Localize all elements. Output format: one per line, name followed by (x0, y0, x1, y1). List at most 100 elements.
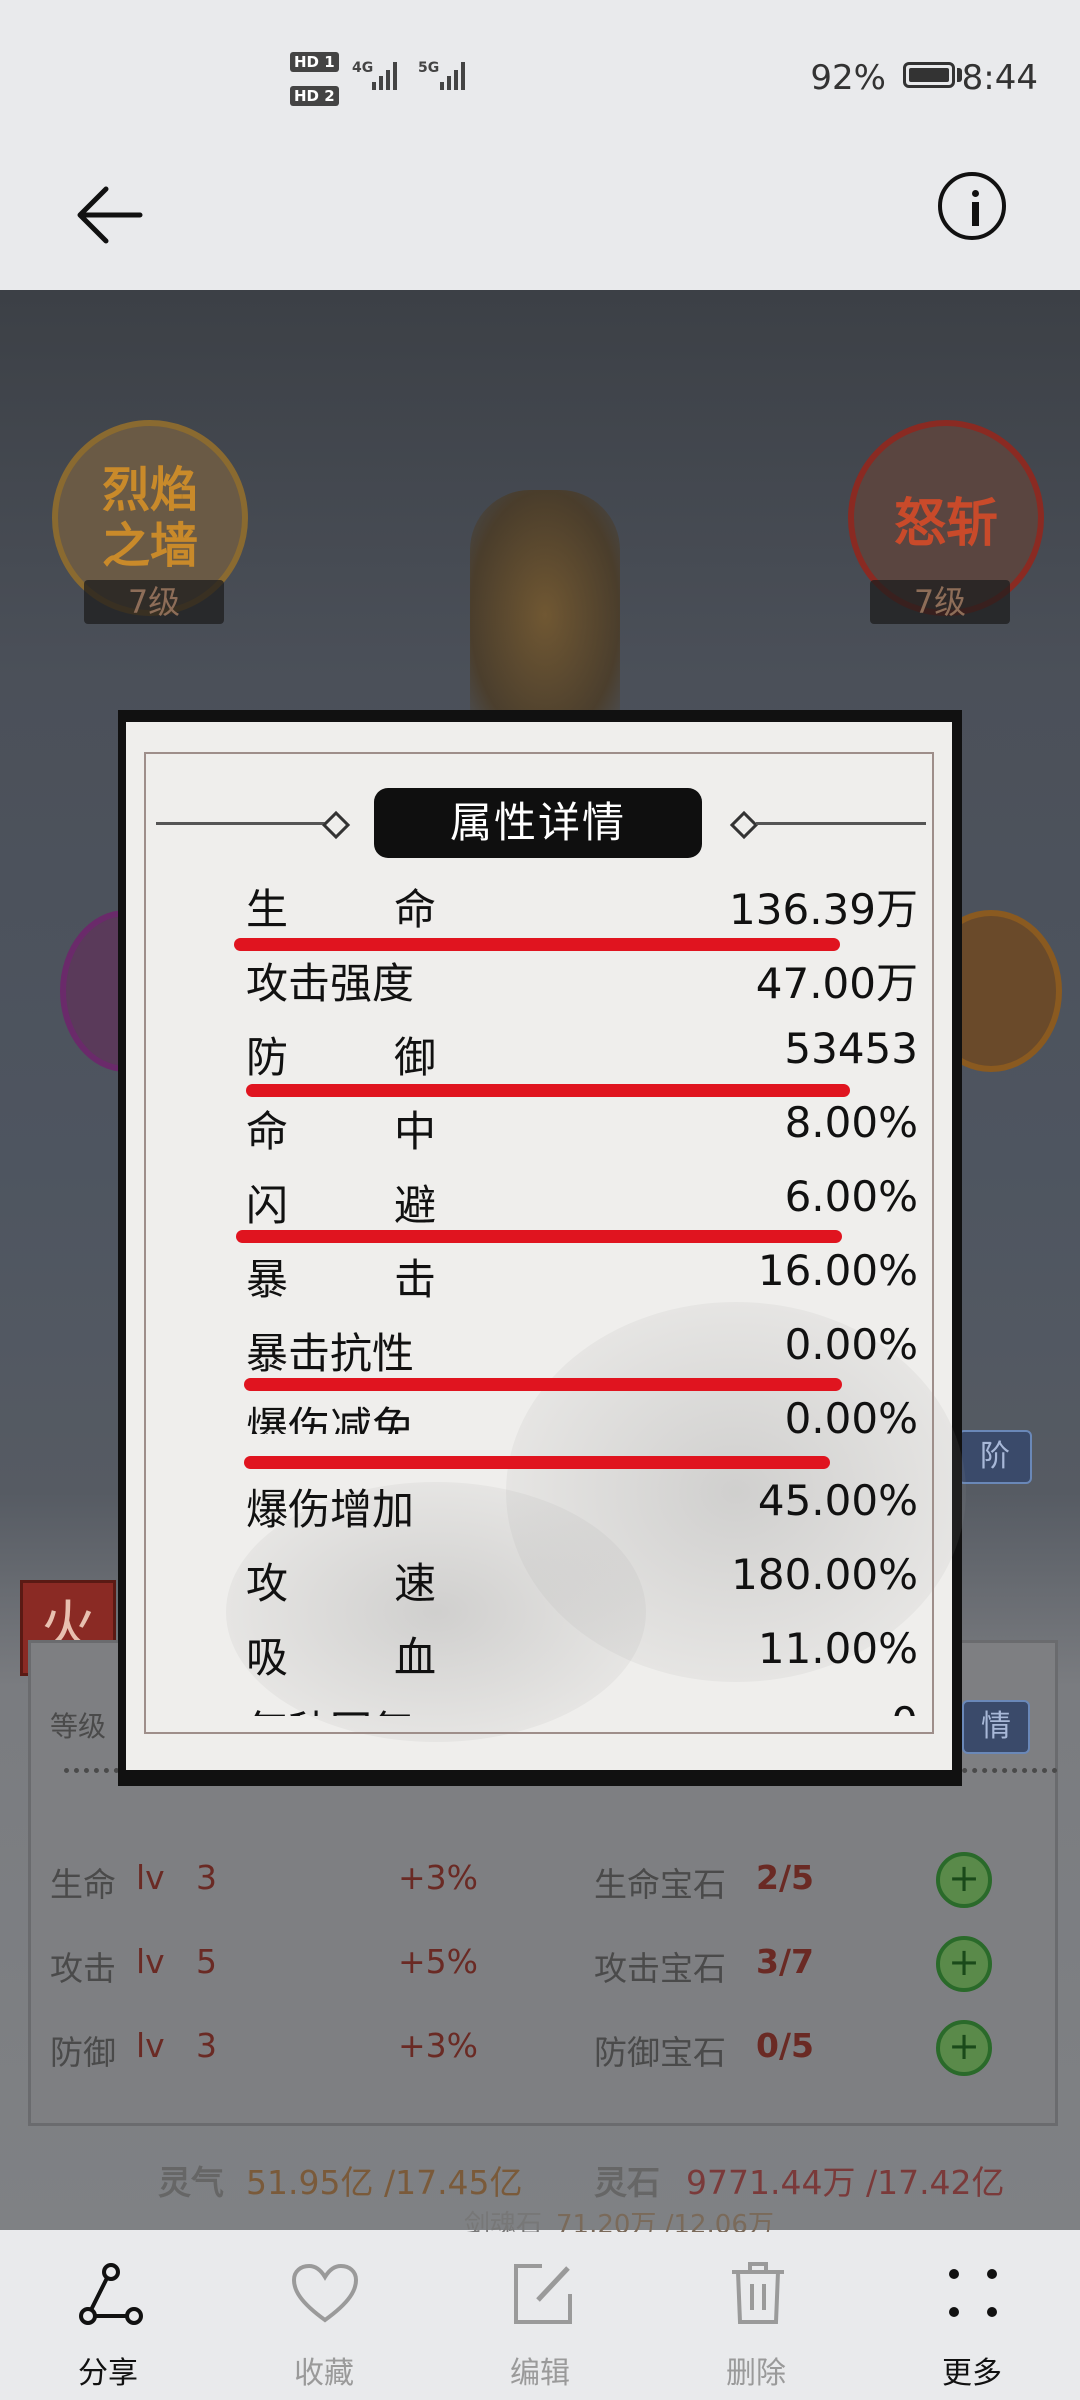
attribute-label: 防御 (246, 1033, 436, 1082)
character-figure (470, 490, 620, 740)
attribute-label: 暴击 (246, 1255, 436, 1304)
stat-level-num: 3 (196, 2026, 217, 2065)
skill-level: 7级 (84, 580, 224, 624)
attribute-row-partial: 每秒回复 0 (246, 1698, 952, 1716)
add-gem-icon[interactable]: + (936, 2020, 992, 2076)
attribute-value: 0.00% (784, 1394, 918, 1434)
attribute-row: 攻击强度 47.00万 (246, 950, 952, 1024)
attribute-row: 攻速 180.00% (246, 1550, 952, 1624)
stat-lv: lv (136, 1858, 165, 1897)
stat-name: 防御 (50, 2033, 116, 2072)
attribute-row: 命中 8.00% (246, 1098, 952, 1172)
attribute-value: 45.00% (757, 1476, 918, 1525)
stat-lv: lv (136, 1942, 165, 1981)
edit-icon (514, 2264, 572, 2324)
clock: 8:44 (961, 58, 1038, 98)
back-arrow-icon[interactable] (70, 175, 150, 255)
share-button[interactable]: 分享 (18, 2232, 198, 2400)
heart-icon (291, 2263, 359, 2323)
signal-icon (372, 62, 397, 90)
attribute-row: 爆伤增加 45.00% (246, 1476, 952, 1550)
favorite-button[interactable]: 收藏 (234, 2232, 414, 2400)
attribute-row: 吸血 11.00% (246, 1624, 952, 1698)
attribute-label: 闪避 (246, 1181, 436, 1230)
lingshi-value: 9771.44万 /17.42亿 (686, 2163, 1005, 2202)
attribute-label: 爆伤减免 (246, 1403, 415, 1434)
edit-label: 编辑 (510, 2356, 570, 2391)
advance-button[interactable]: 阶 (958, 1430, 1032, 1484)
red-underline (244, 1456, 830, 1469)
level-label: 等级 (50, 1710, 107, 1743)
signal-icon (440, 62, 465, 90)
attribute-label: 命中 (246, 1107, 436, 1156)
stat-name: 攻击 (50, 1949, 116, 1988)
gem-count: 3/7 (756, 1942, 814, 1981)
attribute-value: 16.00% (757, 1246, 918, 1295)
skill-name: 烈焰之墙 (101, 462, 198, 574)
add-gem-icon[interactable]: + (936, 1852, 992, 1908)
attribute-value: 0 (891, 1698, 918, 1716)
lingshi-label: 灵石 (594, 2163, 660, 2202)
favorite-label: 收藏 (294, 2356, 354, 2391)
more-icon (949, 2269, 997, 2317)
attribute-label: 攻速 (246, 1559, 436, 1608)
info-icon[interactable] (938, 172, 1006, 240)
hd1-badge: HD 1 (290, 52, 339, 72)
gem-name: 攻击宝石 (594, 1949, 726, 1988)
battery-icon (903, 62, 955, 88)
delete-button[interactable]: 删除 (666, 2232, 846, 2400)
attribute-label: 生命 (246, 885, 436, 934)
attribute-dialog: 属性详情 生命 136.39万 攻击强度 47.00万 防御 53453 命中 … (126, 722, 966, 1770)
edit-button[interactable]: 编辑 (450, 2232, 630, 2400)
attribute-list[interactable]: 生命 136.39万 攻击强度 47.00万 防御 53453 命中 8.00%… (126, 862, 952, 1434)
more-button[interactable]: 更多 (882, 2232, 1062, 2400)
attribute-value: 136.39万 (729, 885, 918, 934)
lingqi-label: 灵气 (158, 2163, 224, 2202)
stat-lv: lv (136, 2026, 165, 2065)
attribute-value: 11.00% (757, 1624, 918, 1673)
stat-bonus: +3% (398, 1858, 479, 1897)
attribute-list-more[interactable]: 爆伤增加 45.00% 攻速 180.00% 吸血 11.00% 每秒回复 0 (126, 1476, 952, 1716)
add-gem-icon[interactable]: + (936, 1936, 992, 1992)
dialog-title: 属性详情 (374, 788, 702, 858)
stat-level-num: 3 (196, 1858, 217, 1897)
battery-percent: 92% (810, 58, 886, 98)
stat-bonus: +3% (398, 2026, 479, 2065)
trash-icon (732, 2262, 784, 2324)
delete-label: 删除 (726, 2356, 786, 2391)
bottom-action-bar: 分享 收藏 编辑 删除 更多 (0, 2232, 1080, 2400)
red-underline (246, 1084, 850, 1097)
attribute-label: 每秒回复 (246, 1698, 414, 1716)
red-underline (244, 1378, 842, 1391)
gem-count: 0/5 (756, 2026, 814, 2065)
skill-level: 7级 (870, 580, 1010, 624)
network-5g-label: 5G (418, 60, 440, 76)
gem-count: 2/5 (756, 1858, 814, 1897)
details-button[interactable]: 情 (962, 1700, 1030, 1754)
stat-level-num: 5 (196, 1942, 217, 1981)
stat-bonus: +5% (398, 1942, 479, 1981)
lingqi-value: 51.95亿 /17.45亿 (246, 2163, 523, 2202)
attribute-label: 爆伤增加 (246, 1485, 415, 1534)
attribute-row: 暴击 16.00% (246, 1246, 952, 1320)
attribute-row: 爆伤减免 0.00% (246, 1394, 952, 1434)
attribute-value: 53453 (784, 1024, 918, 1073)
gem-name: 防御宝石 (594, 2033, 726, 2072)
stat-name: 生命 (50, 1865, 116, 1904)
skill-name: 怒斩 (893, 493, 998, 554)
attribute-value: 8.00% (784, 1098, 918, 1147)
status-bar: HD 1 HD 2 4G 5G 92% 8:44 (0, 0, 1080, 150)
attribute-value: 47.00万 (755, 959, 918, 1008)
share-label: 分享 (78, 2356, 138, 2391)
attribute-value: 0.00% (784, 1320, 918, 1369)
gem-name: 生命宝石 (594, 1865, 726, 1904)
attribute-value: 180.00% (731, 1550, 918, 1599)
attribute-label: 吸血 (246, 1633, 436, 1682)
network-4g-label: 4G (352, 60, 374, 76)
share-icon (79, 2263, 143, 2325)
red-underline (236, 1230, 842, 1243)
attribute-value: 6.00% (784, 1172, 918, 1221)
more-label: 更多 (942, 2356, 1002, 2391)
hd2-badge: HD 2 (290, 86, 339, 106)
attribute-label: 攻击强度 (246, 959, 415, 1008)
